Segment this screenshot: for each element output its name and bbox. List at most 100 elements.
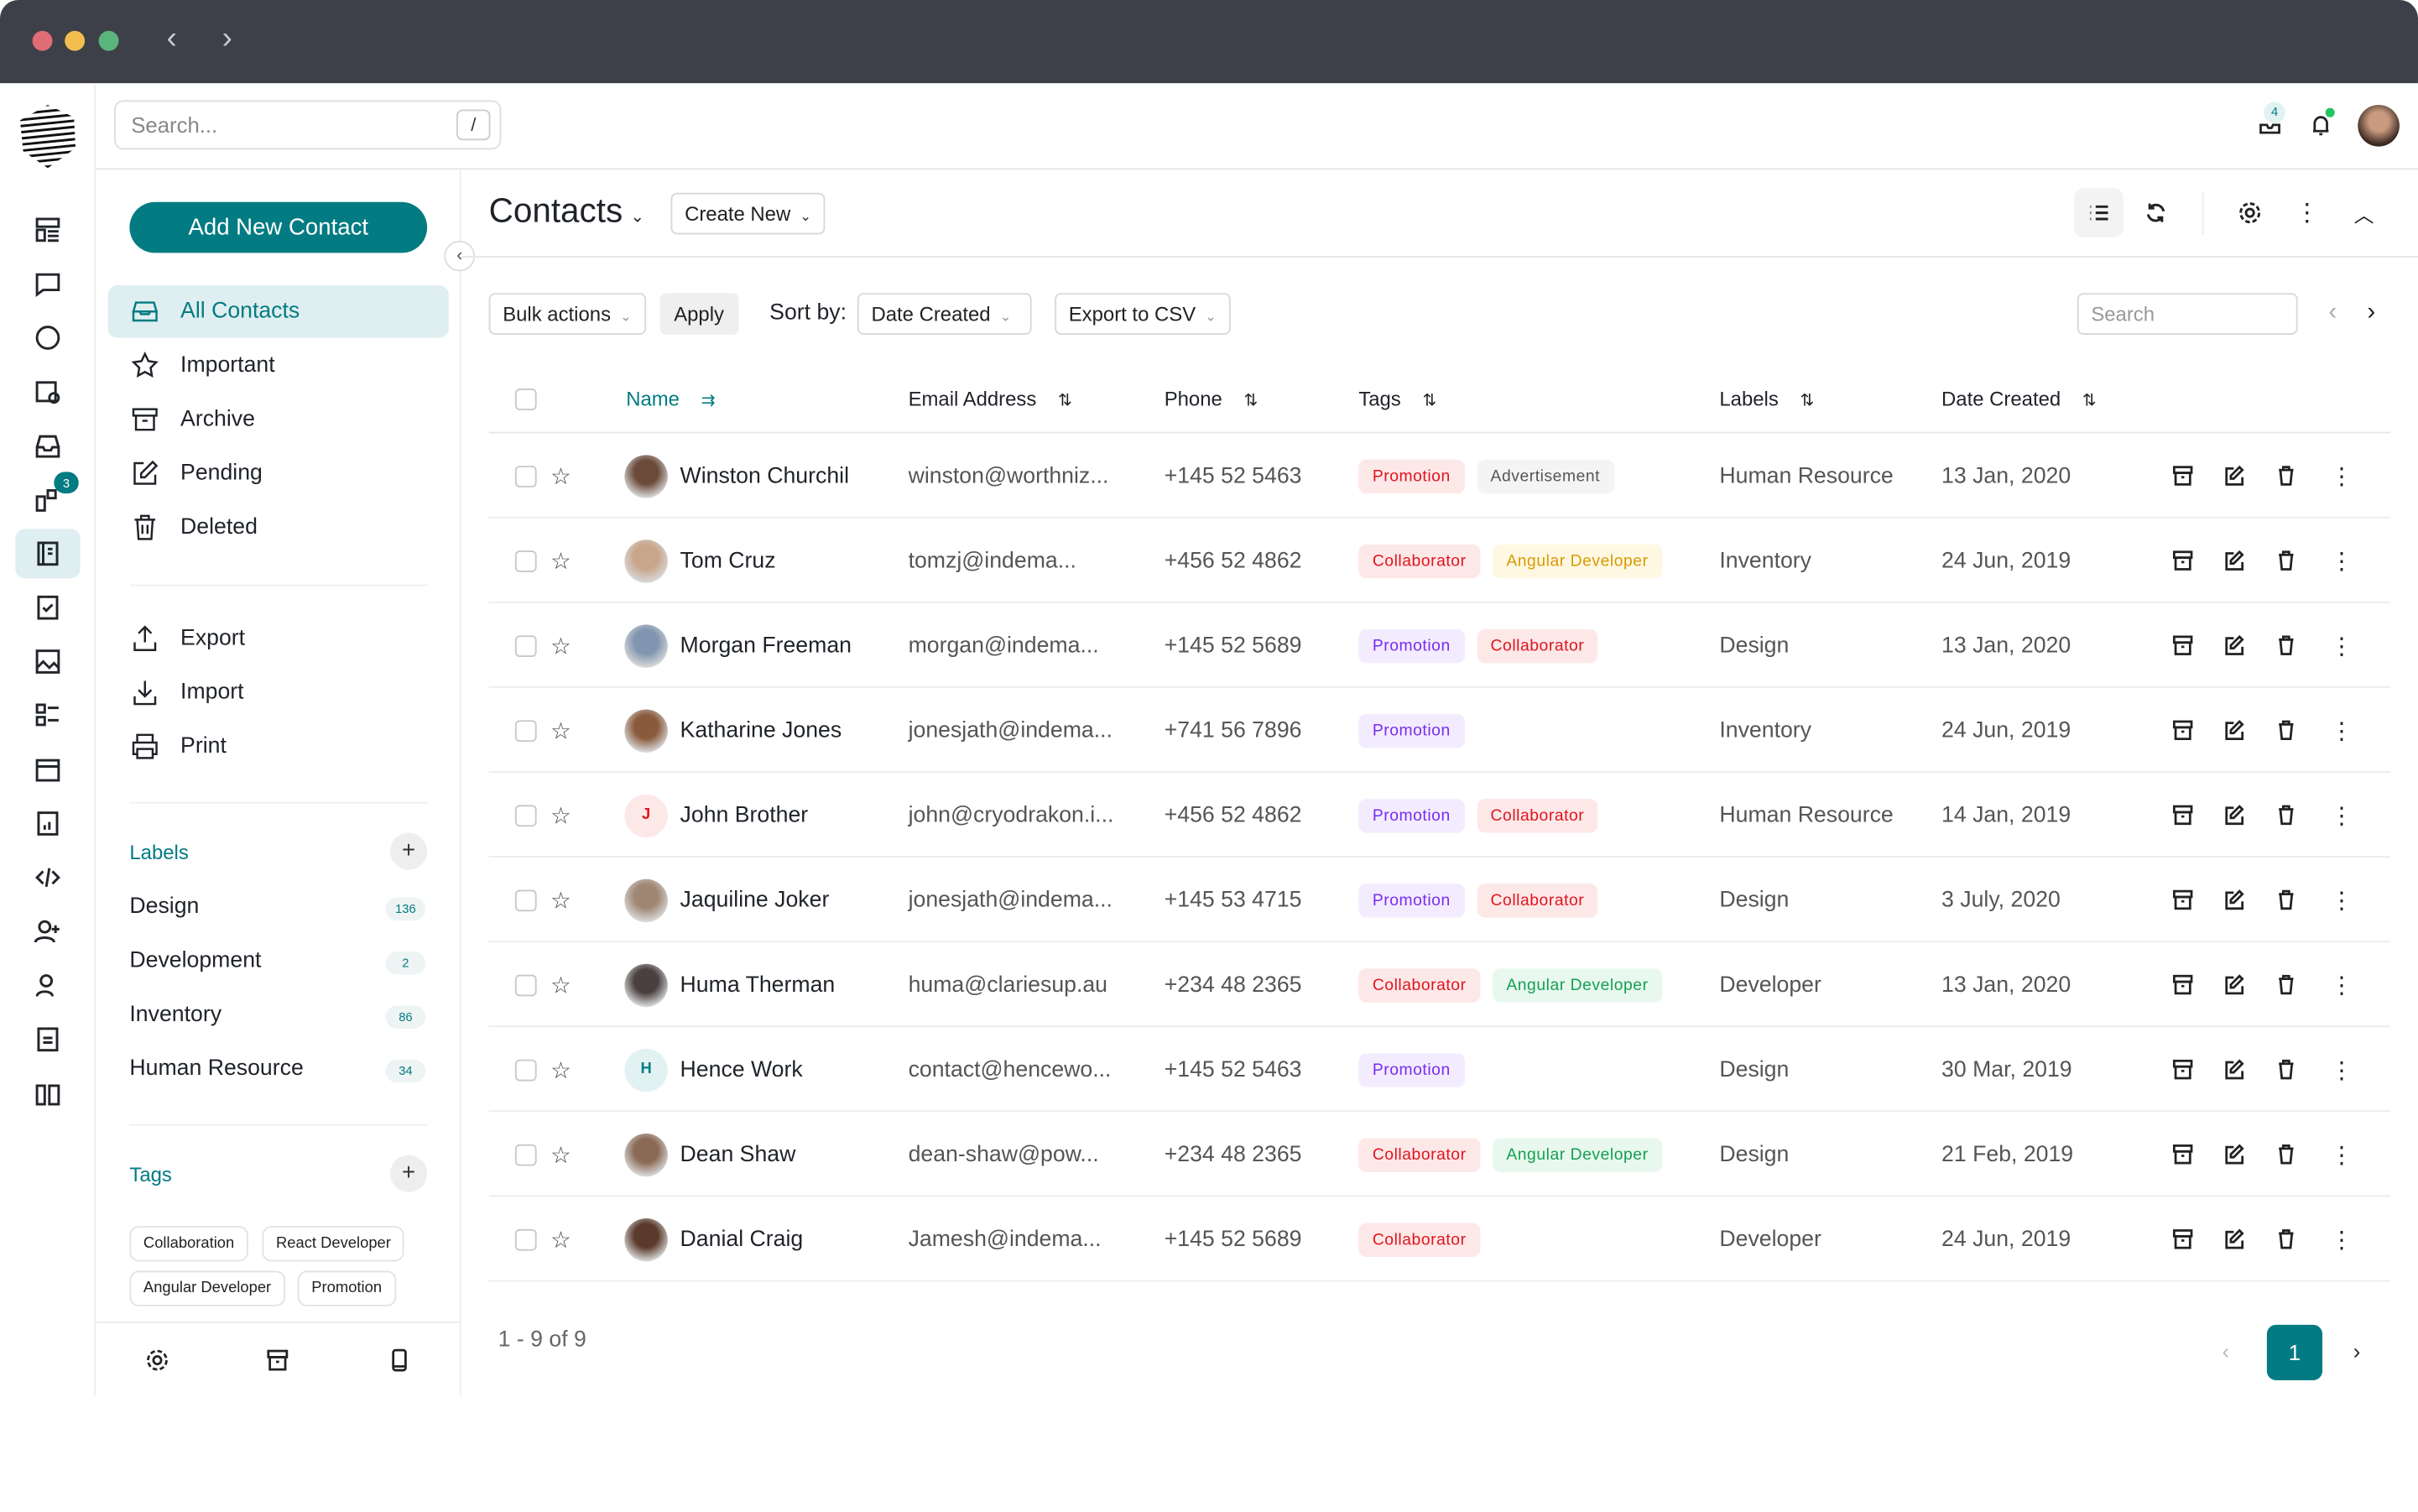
table-row[interactable]: ☆ Huma Therman huma@clariesup.au +234 48… — [488, 942, 2390, 1028]
row-checkbox[interactable] — [514, 550, 537, 571]
archive-icon[interactable] — [2171, 858, 2195, 942]
star-icon[interactable]: ☆ — [550, 519, 571, 603]
contact-name[interactable]: Morgan Freeman — [680, 603, 852, 688]
archive-icon[interactable] — [2171, 688, 2195, 773]
add-tag-button[interactable]: + — [390, 1155, 428, 1192]
calendar-icon[interactable] — [15, 745, 80, 795]
trash-icon[interactable] — [2275, 942, 2298, 1027]
sidebar-item-pending[interactable]: Pending — [108, 447, 449, 499]
row-checkbox[interactable] — [514, 465, 537, 487]
trash-icon[interactable] — [2275, 688, 2298, 773]
more-options-icon[interactable]: ⋮ — [2282, 188, 2332, 237]
calendar-clock-icon[interactable] — [15, 367, 80, 416]
star-icon[interactable]: ☆ — [550, 1197, 571, 1281]
trash-icon[interactable] — [2275, 519, 2298, 603]
image-icon[interactable] — [15, 637, 80, 686]
contact-name[interactable]: Dean Shaw — [680, 1112, 796, 1197]
star-icon[interactable]: ☆ — [550, 603, 571, 688]
edit-icon[interactable] — [2223, 942, 2246, 1027]
label-item[interactable]: Design — [129, 894, 199, 919]
page-title[interactable]: Contacts ⌄ — [489, 191, 645, 232]
table-row[interactable]: ☆ Tom Cruz tomzj@indema... +456 52 4862 … — [488, 519, 2390, 603]
archive-icon[interactable] — [2171, 942, 2195, 1027]
table-row[interactable]: ☆ Jaquiline Joker jonesjath@indema... +1… — [488, 858, 2390, 943]
archive-icon[interactable] — [2171, 603, 2195, 688]
contact-name[interactable]: Jaquiline Joker — [680, 858, 830, 942]
row-checkbox[interactable] — [514, 1228, 537, 1250]
trash-icon[interactable] — [2275, 858, 2298, 942]
column-header-email[interactable]: Email Address ⇅ — [909, 387, 1072, 410]
chevron-up-icon[interactable]: ︿ — [2339, 188, 2389, 237]
back-icon[interactable]: ‹ — [167, 22, 177, 57]
sort-by-dropdown[interactable]: Date Created ⌄ — [857, 293, 1032, 335]
message-circle-icon[interactable] — [15, 313, 80, 362]
tag-chip[interactable]: Angular Developer — [129, 1270, 285, 1306]
archive-icon[interactable] — [2171, 519, 2195, 603]
edit-icon[interactable] — [2223, 603, 2246, 688]
more-options-icon[interactable]: ⋮ — [2330, 688, 2353, 773]
sidebar-item-deleted[interactable]: Deleted — [108, 501, 449, 553]
edit-icon[interactable] — [2223, 858, 2246, 942]
apply-button[interactable]: Apply — [659, 293, 738, 335]
trash-icon[interactable] — [2275, 773, 2298, 858]
row-checkbox[interactable] — [514, 634, 537, 657]
refresh-icon[interactable] — [2131, 188, 2181, 237]
prev-page-icon[interactable]: ‹ — [2328, 300, 2337, 327]
user-search-icon[interactable] — [15, 961, 80, 1010]
table-row[interactable]: ☆ Dean Shaw dean-shaw@pow... +234 48 236… — [488, 1112, 2390, 1197]
settings-icon[interactable] — [145, 1348, 169, 1377]
table-row[interactable]: ☆ J John Brother john@cryodrakon.i... +4… — [488, 773, 2390, 858]
tag-chip[interactable]: Promotion — [297, 1270, 396, 1306]
star-icon[interactable]: ☆ — [550, 688, 571, 773]
column-header-date[interactable]: Date Created ⇅ — [1941, 387, 2097, 410]
table-row[interactable]: ☆ H Hence Work contact@hencewo... +145 5… — [488, 1027, 2390, 1113]
sidebar-item-important[interactable]: Important — [108, 339, 449, 391]
sidebar-action-print[interactable]: Print — [108, 720, 449, 772]
row-checkbox[interactable] — [514, 889, 537, 911]
dashboard-icon[interactable] — [15, 205, 80, 254]
row-checkbox[interactable] — [514, 804, 537, 826]
label-item[interactable]: Human Resource — [129, 1056, 303, 1081]
contact-name[interactable]: Tom Cruz — [680, 519, 776, 603]
close-window-button[interactable] — [32, 30, 53, 51]
column-header-tags[interactable]: Tags ⇅ — [1358, 387, 1436, 410]
archive-icon[interactable] — [2171, 433, 2195, 518]
archive-icon[interactable] — [2171, 773, 2195, 858]
page-button-current[interactable]: 1 — [2266, 1324, 2323, 1381]
device-icon[interactable] — [387, 1348, 411, 1377]
list-icon[interactable] — [15, 691, 80, 740]
column-header-name[interactable]: Name ⇉ — [626, 387, 715, 410]
prev-page-icon[interactable]: ‹ — [2223, 1338, 2230, 1363]
select-all-checkbox[interactable] — [514, 388, 537, 410]
add-new-contact-button[interactable]: Add New Contact — [129, 201, 428, 253]
table-search-input[interactable]: Search — [2077, 293, 2298, 335]
star-icon[interactable]: ☆ — [550, 773, 571, 858]
file-check-icon[interactable] — [15, 583, 80, 633]
minimize-window-button[interactable] — [65, 30, 86, 51]
list-view-icon[interactable] — [2074, 188, 2124, 238]
row-checkbox[interactable] — [514, 1058, 537, 1081]
contact-name[interactable]: John Brother — [680, 773, 809, 858]
archive-icon[interactable] — [265, 1348, 289, 1377]
row-checkbox[interactable] — [514, 973, 537, 996]
settings-icon[interactable] — [2225, 188, 2275, 237]
tag-chip[interactable]: React Developer — [262, 1226, 405, 1262]
row-checkbox[interactable] — [514, 719, 537, 742]
edit-icon[interactable] — [2223, 688, 2246, 773]
contacts-book-icon[interactable] — [15, 529, 81, 579]
user-plus-icon[interactable] — [15, 907, 80, 957]
star-icon[interactable]: ☆ — [550, 433, 571, 518]
next-page-icon[interactable]: › — [2367, 300, 2375, 327]
more-options-icon[interactable]: ⋮ — [2330, 1027, 2353, 1112]
contact-name[interactable]: Huma Therman — [680, 942, 836, 1027]
star-icon[interactable]: ☆ — [550, 1112, 571, 1197]
more-options-icon[interactable]: ⋮ — [2330, 433, 2353, 518]
forward-icon[interactable]: › — [222, 22, 232, 57]
trash-icon[interactable] — [2275, 1027, 2298, 1112]
global-search-input[interactable]: Search... / — [114, 100, 502, 150]
more-options-icon[interactable]: ⋮ — [2330, 519, 2353, 603]
edit-icon[interactable] — [2223, 1197, 2246, 1281]
tag-chip[interactable]: Collaboration — [129, 1226, 248, 1262]
table-row[interactable]: ☆ Danial Craig Jamesh@indema... +145 52 … — [488, 1197, 2390, 1282]
user-avatar[interactable] — [2358, 104, 2400, 147]
